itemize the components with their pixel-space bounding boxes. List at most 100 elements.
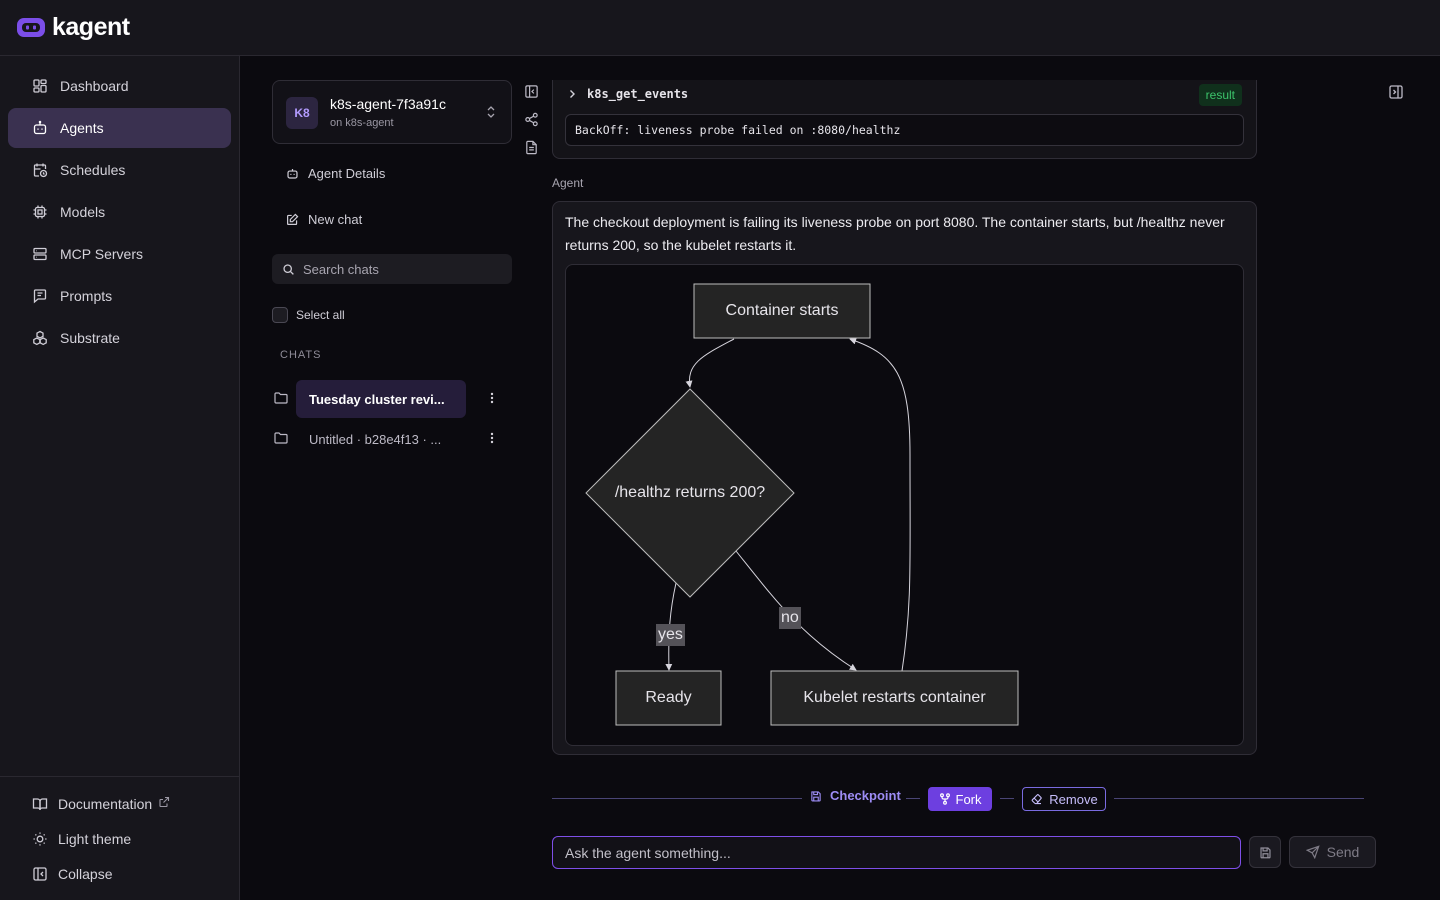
share-icon[interactable] <box>524 112 539 127</box>
app-name: kagent <box>52 13 130 41</box>
tool-call-header[interactable]: k8s_get_events <box>567 87 688 101</box>
status-badge: result <box>1198 84 1242 106</box>
send-icon <box>1305 845 1320 859</box>
cpu-icon <box>33 205 47 219</box>
send-button[interactable]: Send <box>1289 836 1376 868</box>
bot-icon <box>33 120 47 135</box>
sun-icon <box>33 832 47 846</box>
tool-call-name: k8s_get_events <box>587 87 689 101</box>
agent-message: The checkout deployment is failing its l… <box>552 201 1257 755</box>
dashboard-icon <box>33 79 47 93</box>
calendar-clock-icon <box>33 163 48 178</box>
sidebar-item-agents[interactable]: Agents <box>8 108 231 148</box>
checkpoint-label: Checkpoint <box>830 788 901 803</box>
agent-avatar: K8 <box>286 97 318 129</box>
chevron-right-icon <box>570 90 575 98</box>
sidebar-item-schedules[interactable]: Schedules <box>8 150 231 190</box>
chats-heading: CHATS <box>280 349 322 361</box>
edge-restart-loop <box>849 337 911 672</box>
tool-call-output: BackOff: liveness probe failed on :8080/… <box>565 114 1244 146</box>
checkpoint-divider <box>906 798 920 799</box>
sidebar-item-label: Schedules <box>60 162 126 178</box>
save-icon <box>1259 846 1271 858</box>
checkpoint-marker: Checkpoint <box>810 788 901 803</box>
sidebar-item-prompts[interactable]: Prompts <box>8 276 231 316</box>
file-text-icon[interactable] <box>524 140 539 155</box>
remove-label: Remove <box>1049 791 1098 807</box>
panel-left-icon[interactable] <box>524 84 539 99</box>
message-role-label: Agent <box>552 176 584 190</box>
select-all-label: Select all <box>296 308 345 322</box>
chat-input[interactable] <box>552 836 1241 869</box>
folder-icon <box>274 392 288 404</box>
sidebar-item-label: Prompts <box>60 288 113 304</box>
save-checkpoint-button[interactable] <box>1249 836 1281 868</box>
eraser-icon <box>1031 794 1043 805</box>
collapse-label: Collapse <box>58 866 113 882</box>
search-placeholder: Search chats <box>303 261 379 277</box>
bot-icon <box>287 169 298 179</box>
top-bar: kagent <box>0 0 1440 56</box>
fork-button[interactable]: Fork <box>928 787 992 811</box>
documentation-link[interactable]: Documentation <box>32 796 170 812</box>
remove-button[interactable]: Remove <box>1022 787 1106 811</box>
agent-details-link[interactable]: Agent Details <box>286 166 385 181</box>
flowchart-diagram: Container starts /healthz returns 200? R… <box>565 264 1244 746</box>
documentation-label: Documentation <box>58 796 153 812</box>
search-chats-input[interactable]: Search chats <box>272 254 512 284</box>
external-link-icon <box>159 796 170 808</box>
list-item[interactable]: Tuesday cluster revi... <box>272 380 512 418</box>
chat-title[interactable]: Tuesday cluster revi... <box>296 380 466 418</box>
node-label-restart: Kubelet restarts container <box>803 689 986 706</box>
boxes-icon <box>33 330 47 346</box>
agent-name: k8s-agent-7f3a91c <box>330 96 446 112</box>
edge-start-to-decision <box>685 338 735 388</box>
sidebar-item-label: MCP Servers <box>60 246 143 262</box>
sidebar-item-substrate[interactable]: Substrate <box>8 318 231 358</box>
fork-label: Fork <box>955 791 982 807</box>
edge-label-no: no <box>779 607 801 629</box>
sidebar-footer: Documentation Light theme Collapse <box>0 776 239 900</box>
sidebar-item-models[interactable]: Models <box>8 192 231 232</box>
agent-namespace: on k8s-agent <box>330 117 394 129</box>
checkpoint-divider <box>1114 798 1364 799</box>
checkpoint-divider <box>1000 798 1014 799</box>
chevrons-up-down-icon <box>487 106 495 118</box>
tool-call-card: k8s_get_events result BackOff: liveness … <box>552 80 1257 159</box>
agent-details-label: Agent Details <box>308 166 386 181</box>
more-vertical-icon[interactable] <box>490 431 494 445</box>
node-label-ready: Ready <box>645 689 692 706</box>
square-pen-icon <box>287 213 299 225</box>
message-square-icon <box>33 289 47 304</box>
sidebar-item-label: Models <box>60 204 106 220</box>
chat-title[interactable]: Untitled · b28e4f13 · ... <box>296 420 466 458</box>
node-label-start: Container starts <box>725 302 839 319</box>
panel-right-icon[interactable] <box>1388 84 1404 100</box>
checkpoint-divider <box>552 798 802 799</box>
sidebar-item-label: Substrate <box>60 330 120 346</box>
agent-selector[interactable]: K8 k8s-agent-7f3a91c on k8s-agent <box>272 80 512 144</box>
send-label: Send <box>1326 844 1360 860</box>
sidebar-item-mcp-servers[interactable]: MCP Servers <box>8 234 231 274</box>
sidebar-item-dashboard[interactable]: Dashboard <box>8 66 231 106</box>
search-icon <box>283 263 294 275</box>
server-icon <box>33 247 47 261</box>
collapse-button[interactable]: Collapse <box>32 866 112 882</box>
book-icon <box>32 798 48 811</box>
more-vertical-icon[interactable] <box>490 391 494 405</box>
list-item[interactable]: Untitled · b28e4f13 · ... <box>272 420 512 458</box>
sidebar-item-label: Agents <box>60 120 104 136</box>
git-fork-icon <box>939 793 950 805</box>
select-all-checkbox[interactable] <box>272 307 288 323</box>
panel-collapse-icon <box>33 867 47 881</box>
theme-toggle[interactable]: Light theme <box>32 831 131 847</box>
new-chat-button[interactable]: New chat <box>286 212 362 227</box>
theme-label: Light theme <box>58 831 132 847</box>
message-text: The checkout deployment is failing its l… <box>565 214 1225 253</box>
app-logo[interactable]: kagent <box>16 13 130 41</box>
kagent-logo-icon <box>17 18 45 37</box>
node-label-decision: /healthz returns 200? <box>614 484 766 501</box>
save-icon <box>811 790 821 801</box>
sidebar-item-label: Dashboard <box>60 78 129 94</box>
sidebar: Dashboard Agents Schedules Models MCP Se… <box>0 56 240 900</box>
